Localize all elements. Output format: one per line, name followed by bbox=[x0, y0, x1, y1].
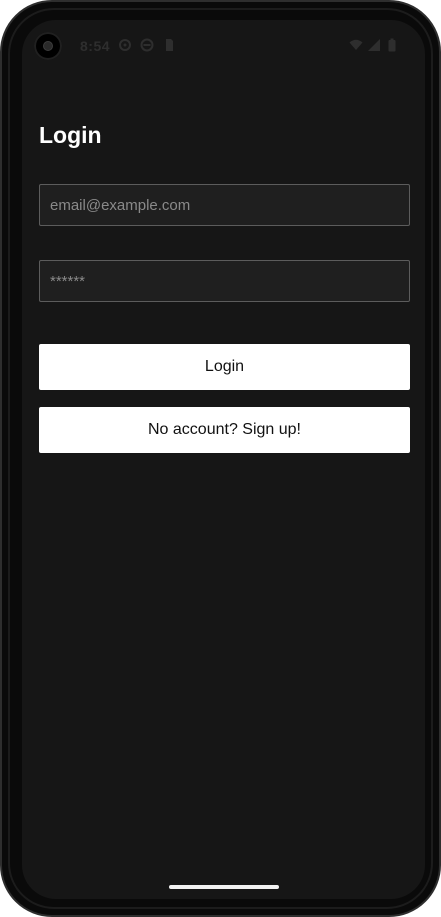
signup-button[interactable]: No account? Sign up! bbox=[39, 407, 410, 453]
sim-card-icon bbox=[166, 39, 173, 51]
status-icons-right bbox=[349, 38, 399, 52]
login-button[interactable]: Login bbox=[39, 344, 410, 390]
page-title: Login bbox=[39, 122, 102, 148]
sync-icon bbox=[140, 38, 154, 52]
signal-icon bbox=[368, 39, 380, 51]
home-indicator[interactable] bbox=[169, 885, 279, 889]
app-screen: 8:54 Login email@example.com Login No ac… bbox=[22, 20, 425, 899]
phone-frame: 8:54 Login email@example.com Login No ac… bbox=[0, 0, 441, 917]
status-bar: 8:54 bbox=[22, 20, 425, 72]
camera-lens bbox=[43, 41, 53, 51]
status-time: 8:54 bbox=[80, 38, 111, 54]
battery-icon bbox=[388, 38, 396, 52]
password-input[interactable] bbox=[39, 260, 410, 302]
gear-icon bbox=[119, 39, 131, 51]
front-camera bbox=[34, 32, 62, 60]
email-input[interactable] bbox=[39, 184, 410, 226]
wifi-icon bbox=[349, 39, 363, 50]
status-icons-left bbox=[118, 38, 176, 52]
